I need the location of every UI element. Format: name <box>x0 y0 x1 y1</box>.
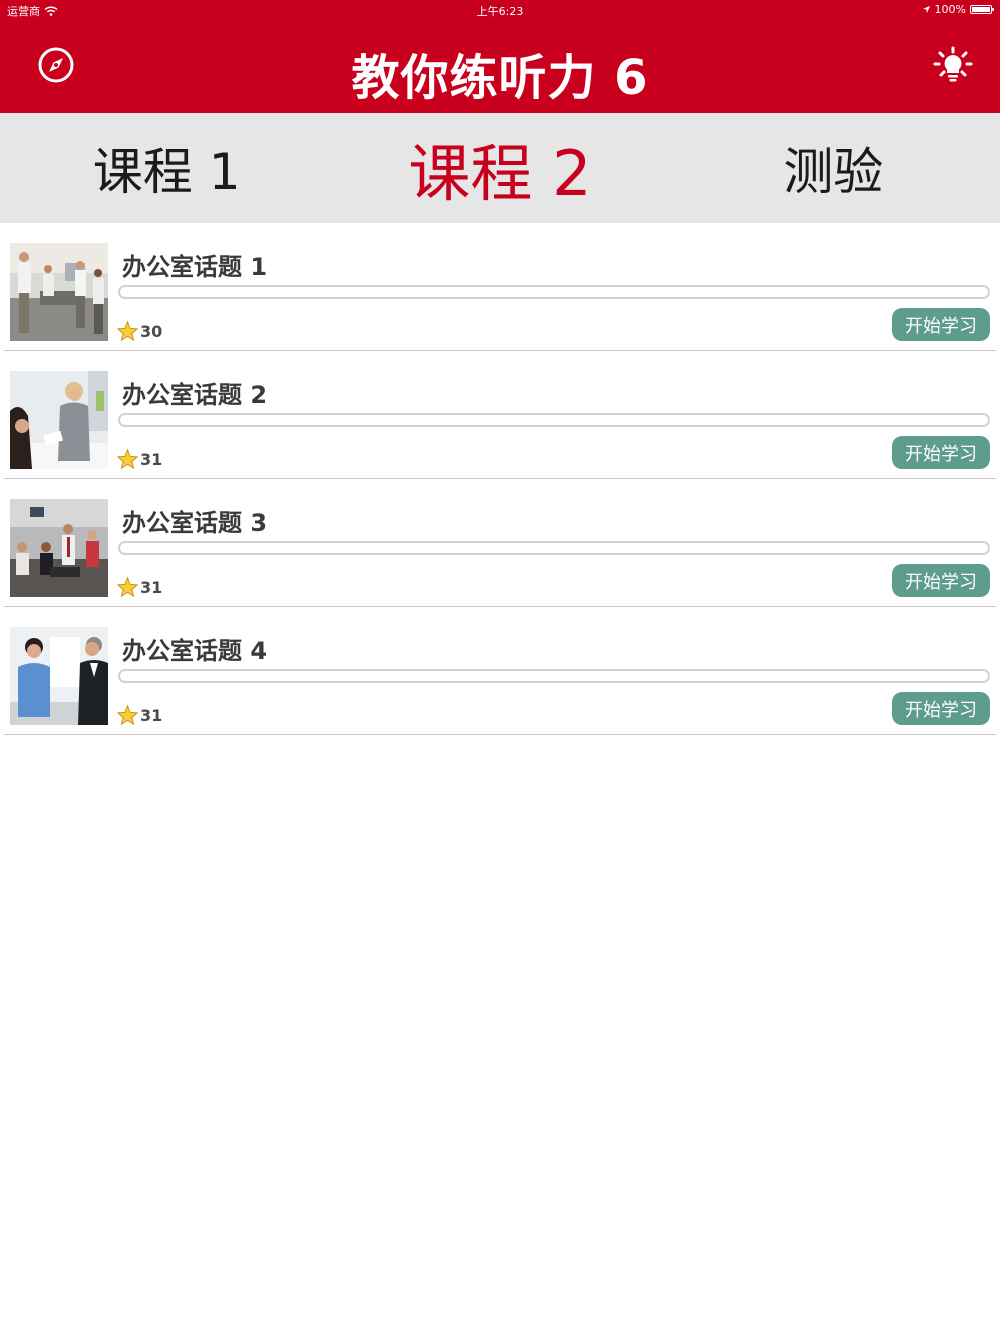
compass-button[interactable] <box>36 45 76 85</box>
lesson-progress-bar <box>118 541 990 555</box>
star-icon <box>117 321 138 341</box>
lesson-row[interactable]: 办公室话题 2 31 开始学习 <box>4 351 996 479</box>
lesson-row[interactable]: 办公室话题 3 31 开始学习 <box>4 479 996 607</box>
star-count: 31 <box>140 577 163 597</box>
lesson-title: 办公室话题 4 <box>122 637 268 665</box>
star-count: 30 <box>140 321 163 341</box>
location-arrow-icon <box>922 5 930 14</box>
lesson-title: 办公室话题 1 <box>122 253 268 281</box>
lesson-row[interactable]: 办公室话题 1 30 开始学习 <box>4 223 996 351</box>
tab-course-1[interactable]: 课程 1 <box>0 113 333 223</box>
star-icon <box>117 705 138 725</box>
start-learning-button[interactable]: 开始学习 <box>892 436 990 469</box>
app-header: 运营商 上午6:23 100% 教你练听力 6 <box>0 0 1000 113</box>
star-count: 31 <box>140 705 163 725</box>
star-count: 31 <box>140 449 163 469</box>
lesson-progress-bar <box>118 285 990 299</box>
lesson-thumbnail <box>10 371 108 469</box>
lesson-thumbnail <box>10 243 108 341</box>
lesson-list: 办公室话题 1 30 开始学习 办公室话题 2 31 开始学习 办公室话题 3 … <box>0 223 1000 735</box>
status-bar: 运营商 上午6:23 100% <box>0 0 1000 20</box>
battery-icon <box>970 5 994 14</box>
lesson-stars: 30 <box>117 321 162 341</box>
start-learning-button[interactable]: 开始学习 <box>892 308 990 341</box>
lesson-title: 办公室话题 3 <box>122 509 268 537</box>
tips-button[interactable] <box>933 45 973 85</box>
tab-quiz[interactable]: 测验 <box>667 113 1000 223</box>
lesson-thumbnail <box>10 627 108 725</box>
lesson-thumbnail <box>10 499 108 597</box>
status-time: 上午6:23 <box>476 5 524 18</box>
star-icon <box>117 449 138 469</box>
status-right: 100% <box>922 3 994 16</box>
lesson-row[interactable]: 办公室话题 4 31 开始学习 <box>4 607 996 735</box>
lightbulb-icon <box>933 46 973 82</box>
lesson-progress-bar <box>118 413 990 427</box>
course-tabs: 课程 1 课程 2 测验 <box>0 113 1000 223</box>
lesson-stars: 31 <box>117 577 162 597</box>
start-learning-button[interactable]: 开始学习 <box>892 692 990 725</box>
start-learning-button[interactable]: 开始学习 <box>892 564 990 597</box>
lesson-title: 办公室话题 2 <box>122 381 268 409</box>
lesson-stars: 31 <box>117 449 162 469</box>
star-icon <box>117 577 138 597</box>
battery-percent: 100% <box>934 3 966 16</box>
tab-course-2[interactable]: 课程 2 <box>333 113 666 223</box>
app-title: 教你练听力 6 <box>351 50 649 106</box>
lesson-progress-bar <box>118 669 990 683</box>
battery-level <box>972 7 990 12</box>
lesson-stars: 31 <box>117 705 162 725</box>
compass-icon <box>38 47 74 83</box>
